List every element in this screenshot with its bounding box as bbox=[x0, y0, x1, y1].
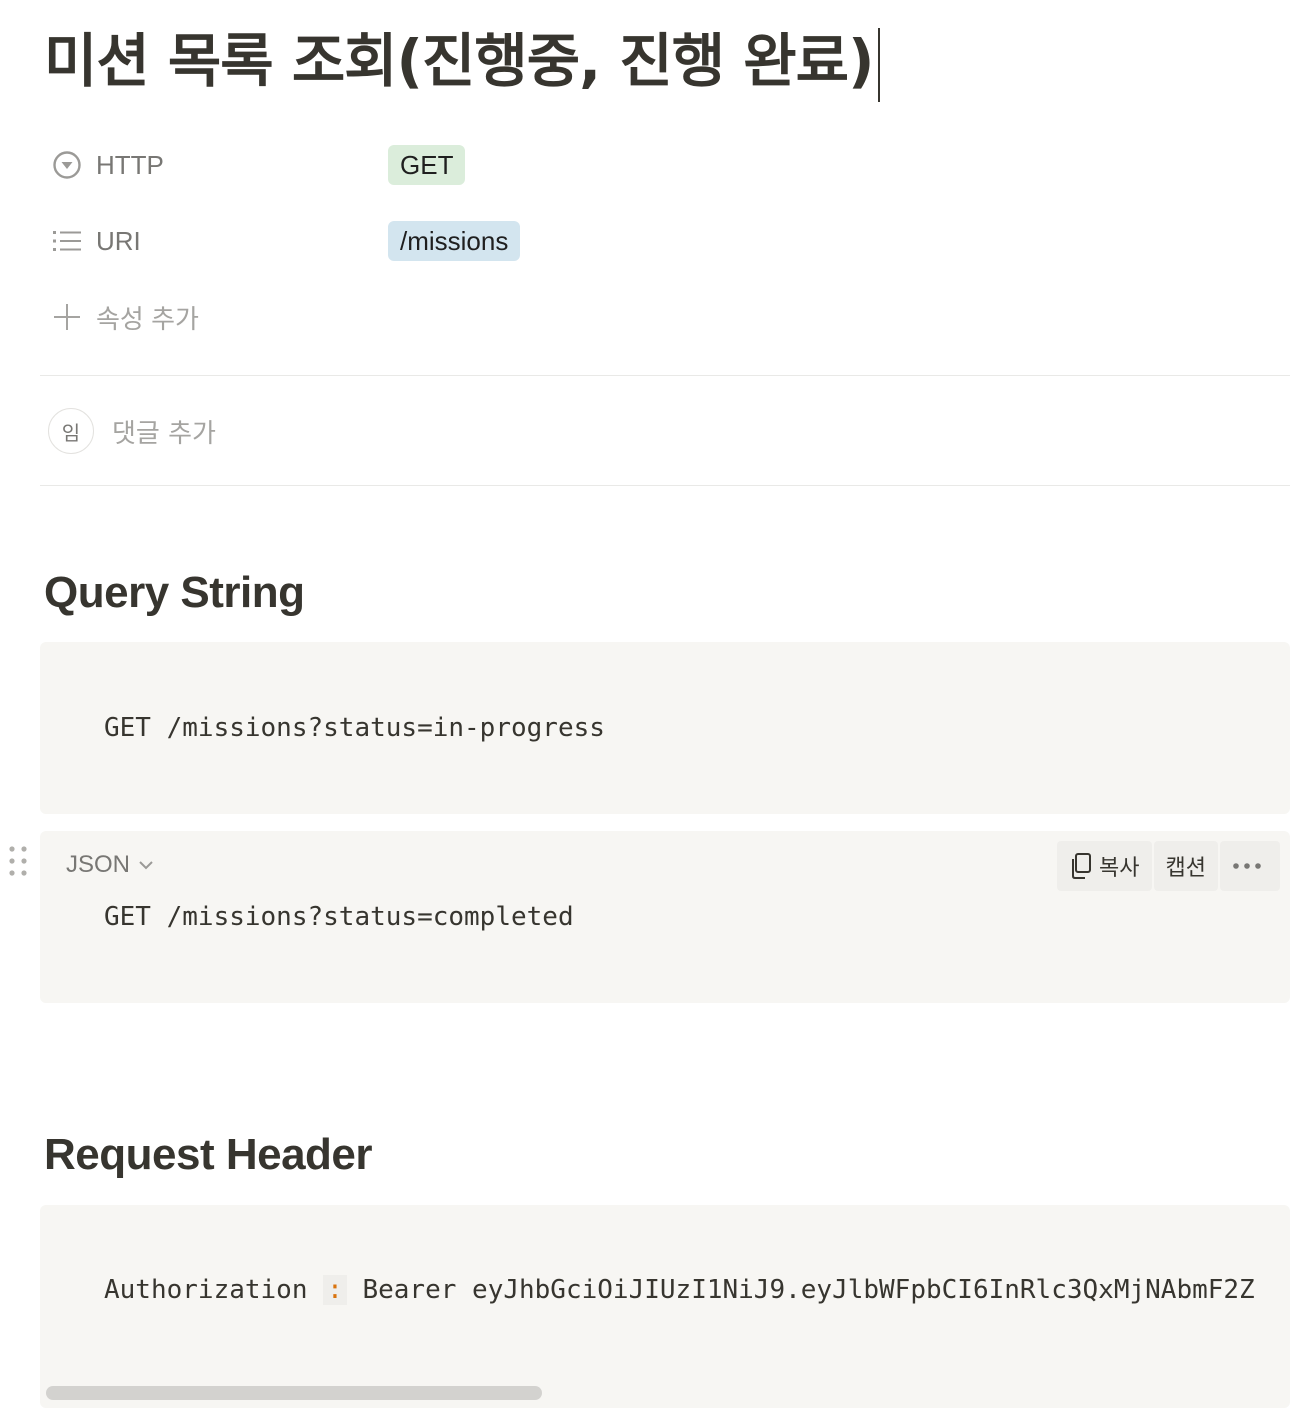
divider bbox=[40, 485, 1290, 486]
text-cursor bbox=[877, 27, 880, 102]
divider bbox=[40, 375, 1290, 376]
code-line[interactable]: Authorization : Bearer eyJhbGciOiJIUzI1N… bbox=[104, 1275, 1255, 1305]
property-label-uri: URI bbox=[96, 225, 141, 256]
copy-button[interactable]: 복사 bbox=[1057, 841, 1152, 891]
avatar: 임 bbox=[48, 408, 94, 454]
page: 미션 목록 조회(진행중, 진행 완료) HTTP GET URI /missi… bbox=[0, 0, 1310, 1424]
heading-request-header: Request Header bbox=[44, 1130, 373, 1179]
language-label: JSON bbox=[66, 851, 131, 878]
horizontal-scrollbar[interactable] bbox=[46, 1386, 542, 1400]
property-uri[interactable]: URI bbox=[48, 219, 141, 263]
caption-label: 캡션 bbox=[1165, 856, 1206, 881]
code-block[interactable]: GET /missions?status=in-progress bbox=[40, 642, 1290, 814]
list-icon bbox=[48, 222, 86, 260]
property-label-http: HTTP bbox=[96, 149, 164, 180]
heading-query-string: Query String bbox=[44, 568, 305, 617]
code-block-header[interactable]: Authorization : Bearer eyJhbGciOiJIUzI1N… bbox=[40, 1205, 1290, 1408]
chevron-down-icon bbox=[139, 861, 153, 870]
header-key: Authorization bbox=[104, 1275, 308, 1305]
code-toolbar: 복사 캡션 bbox=[1057, 841, 1280, 891]
more-icon bbox=[1233, 863, 1261, 869]
comment-input[interactable]: 댓글 추가 bbox=[112, 413, 216, 450]
http-method-tag[interactable]: GET bbox=[388, 145, 466, 185]
code-block-json[interactable]: JSON 복사 캡션 GET /missions?status=complete… bbox=[40, 831, 1290, 1003]
add-comment[interactable]: 임 댓글 추가 bbox=[48, 408, 216, 454]
uri-tag[interactable]: /missions bbox=[388, 221, 521, 261]
property-value-uri[interactable]: /missions bbox=[388, 221, 521, 261]
header-value: Bearer eyJhbGciOiJIUzI1NiJ9.eyJlbWFpbCI6… bbox=[362, 1275, 1255, 1305]
drag-handle-icon[interactable] bbox=[6, 846, 30, 876]
code-line[interactable]: GET /missions?status=completed bbox=[104, 902, 574, 932]
copy-label: 복사 bbox=[1099, 856, 1140, 881]
property-http[interactable]: HTTP bbox=[48, 143, 164, 187]
more-options-button[interactable] bbox=[1220, 841, 1280, 891]
language-select[interactable]: JSON bbox=[66, 851, 154, 879]
add-property-button[interactable]: 속성 추가 bbox=[48, 295, 199, 339]
page-title-text[interactable]: 미션 목록 조회(진행중, 진행 완료) bbox=[44, 27, 874, 95]
page-title[interactable]: 미션 목록 조회(진행중, 진행 완료) bbox=[44, 22, 880, 102]
property-value-http[interactable]: GET bbox=[388, 145, 466, 185]
plus-icon bbox=[48, 298, 86, 336]
add-property-label: 속성 추가 bbox=[96, 303, 199, 334]
select-icon bbox=[48, 146, 86, 184]
code-line[interactable]: GET /missions?status=in-progress bbox=[104, 713, 605, 743]
caption-button[interactable]: 캡션 bbox=[1153, 841, 1218, 891]
copy-icon bbox=[1072, 853, 1092, 879]
header-colon: : bbox=[323, 1275, 347, 1305]
